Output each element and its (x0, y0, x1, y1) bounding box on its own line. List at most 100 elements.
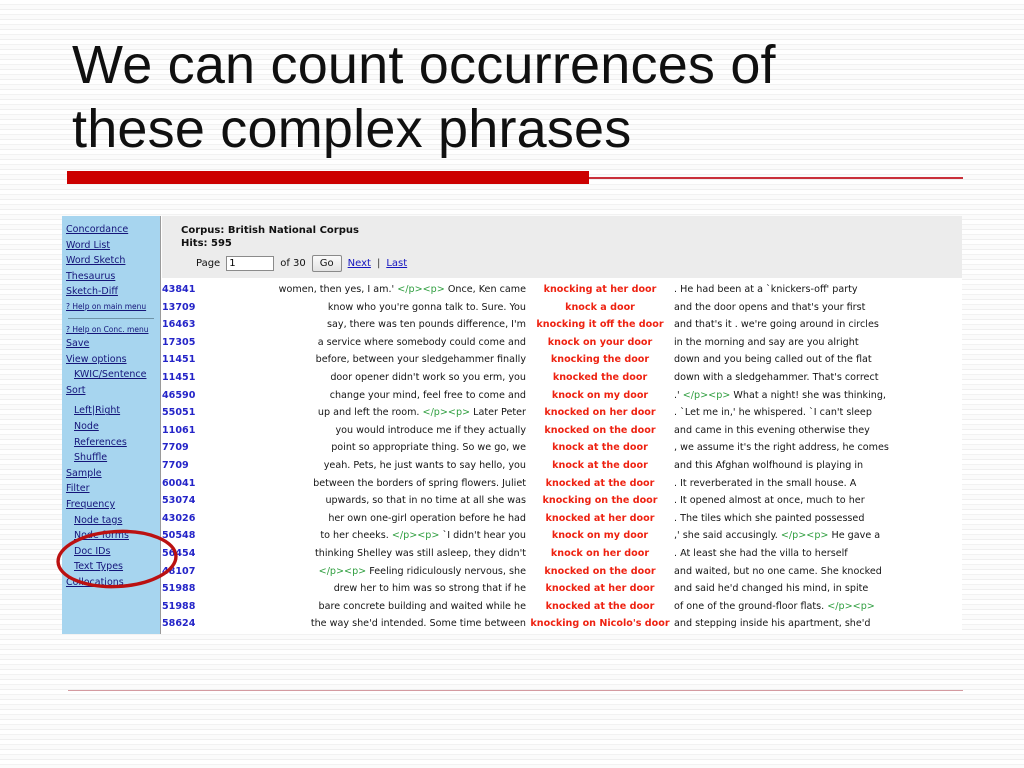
keyword-in-context[interactable]: knocked on her door (526, 404, 674, 422)
keyword-in-context[interactable]: knocking it off the door (526, 316, 674, 334)
keyword-in-context[interactable]: knocked at her door (526, 510, 674, 528)
sidebar-item-concordance[interactable]: Concordance (66, 222, 160, 238)
keyword-in-context[interactable]: knocking at her door (526, 281, 674, 299)
concordance-reference-id[interactable]: 11451 (162, 351, 236, 369)
concordance-row[interactable]: 60041 between the borders of spring flowe… (162, 475, 962, 493)
sidebar-item-frequency[interactable]: Frequency (66, 497, 160, 513)
right-context: and said he'd changed his mind, in spite (674, 583, 869, 595)
sidebar-item-collocations[interactable]: Collocations (66, 575, 160, 591)
keyword-in-context[interactable]: knocked at her door (526, 580, 674, 598)
concordance-reference-id[interactable]: 60041 (162, 475, 236, 493)
sidebar-item-sketch-diff[interactable]: Sketch-Diff (66, 284, 160, 300)
concordance-row[interactable]: 50548 to her cheeks. </p><p> `I didn't he… (162, 527, 962, 545)
left-context: a service where somebody could come and (317, 336, 526, 348)
sidebar-item-sample[interactable]: Sample (66, 466, 160, 482)
concordance-row[interactable]: 53074 upwards, so that in no time at all … (162, 492, 962, 510)
keyword-in-context[interactable]: knock a door (526, 299, 674, 317)
concordance-reference-id[interactable]: 7709 (162, 439, 236, 457)
sidebar-item-save[interactable]: Save (66, 336, 160, 352)
concordance-row[interactable]: 56454 thinking Shelley was still asleep, … (162, 545, 962, 563)
concordance-reference-id[interactable]: 11061 (162, 422, 236, 440)
concordance-header: Corpus: British National Corpus Hits: 59… (162, 216, 962, 278)
sidebar-item-node-forms[interactable]: Node forms (66, 528, 160, 544)
concordance-reference-id[interactable]: 56454 (162, 545, 236, 563)
help-on-main-menu-link[interactable]: ? Help on main menu (66, 300, 160, 313)
concordance-reference-id[interactable]: 51988 (162, 580, 236, 598)
concordance-reference-id[interactable]: 43026 (162, 510, 236, 528)
concordance-row[interactable]: 51988 drew her to him was so strong that … (162, 580, 962, 598)
keyword-in-context[interactable]: knocked on the door (526, 422, 674, 440)
concordance-row[interactable]: 51988 bare concrete building and waited w… (162, 598, 962, 616)
concordance-reference-id[interactable]: 50548 (162, 527, 236, 545)
concordance-row[interactable]: 48107 </p><p> Feeling ridiculously nervou… (162, 563, 962, 581)
right-context: . He had been at a `knickers-off' party (674, 284, 858, 295)
concordance-reference-id[interactable]: 17305 (162, 334, 236, 352)
concordance-row[interactable]: 7709 yeah. Pets, he just wants to say hel… (162, 457, 962, 475)
go-button[interactable]: Go (311, 255, 342, 272)
page-number-input[interactable] (226, 256, 275, 271)
concordance-reference-id[interactable]: 53074 (162, 492, 236, 510)
paragraph-tag: </p><p> (318, 565, 367, 577)
sidebar-item-filter[interactable]: Filter (66, 481, 160, 497)
sidebar-item-word-sketch[interactable]: Word Sketch (66, 253, 160, 269)
keyword-in-context[interactable]: knock on her door (526, 545, 674, 563)
concordance-reference-id[interactable]: 48107 (162, 563, 236, 581)
keyword-in-context[interactable]: knocking on Nicolo's door (526, 615, 674, 633)
concordance-reference-id[interactable]: 43841 (162, 281, 236, 299)
next-page-link[interactable]: Next (348, 258, 371, 269)
concordance-row[interactable]: 11061 you would introduce me if they actu… (162, 422, 962, 440)
keyword-in-context[interactable]: knock on your door (526, 334, 674, 352)
sidebar-item-node-tags[interactable]: Node tags (66, 513, 160, 529)
concordance-row[interactable]: 43841 women, then yes, I am.' </p><p> Onc… (162, 281, 962, 299)
keyword-in-context[interactable]: knock at the door (526, 439, 674, 457)
sidebar-item-thesaurus[interactable]: Thesaurus (66, 269, 160, 285)
keyword-in-context[interactable]: knocked at the door (526, 598, 674, 616)
sidebar-item-kwic-sentence[interactable]: KWIC/Sentence (66, 367, 160, 383)
concordance-row[interactable]: 11451 before, between your sledgehammer f… (162, 351, 962, 369)
concordance-reference-id[interactable]: 46590 (162, 387, 236, 405)
concordance-reference-id[interactable]: 16463 (162, 316, 236, 334)
sidebar-item-word-list[interactable]: Word List (66, 238, 160, 254)
keyword-in-context[interactable]: knock on my door (526, 527, 674, 545)
concordance-reference-id[interactable]: 11451 (162, 369, 236, 387)
concordance-row[interactable]: 55051 up and left the room. </p><p> Later… (162, 404, 962, 422)
last-page-link[interactable]: Last (386, 258, 407, 269)
sidebar-item-sort-left[interactable]: Left (74, 405, 92, 416)
left-context: up and left the room. </p><p> Later Pete… (317, 407, 526, 419)
sidebar-item-shuffle[interactable]: Shuffle (66, 450, 160, 466)
concordance-row[interactable]: 46590 change your mind, feel free to come… (162, 387, 962, 405)
corpus-name: British National Corpus (227, 225, 359, 236)
right-context: and that's it . we're going around in ci… (674, 319, 879, 331)
sidebar-item-node[interactable]: Node (66, 419, 160, 435)
concordance-reference-id[interactable]: 58624 (162, 615, 236, 633)
corpus-line: Corpus: British National Corpus (181, 224, 962, 237)
concordance-reference-id[interactable]: 55051 (162, 404, 236, 422)
keyword-in-context[interactable]: knock at the door (526, 457, 674, 475)
keyword-in-context[interactable]: knocking on the door (526, 492, 674, 510)
keyword-in-context[interactable]: knocked at the door (526, 475, 674, 493)
keyword-in-context[interactable]: knock on my door (526, 387, 674, 405)
concordance-row[interactable]: 58624 the way she'd intended. Some time b… (162, 615, 962, 633)
concordance-reference-id[interactable]: 7709 (162, 457, 236, 475)
sidebar-item-doc-ids[interactable]: Doc IDs (66, 544, 160, 560)
right-context: down with a sledgehammer. That's correct (674, 371, 879, 383)
sidebar-item-view-options[interactable]: View options (66, 352, 160, 368)
concordance-row[interactable]: 16463 say, there was ten pounds differenc… (162, 316, 962, 334)
sidebar-item-text-types[interactable]: Text Types (66, 559, 160, 575)
sidebar-item-sort-right[interactable]: Right (95, 405, 120, 416)
left-context: </p><p> Feeling ridiculously nervous, sh… (318, 565, 526, 577)
concordance-row[interactable]: 13709 know who you're gonna talk to. Sure… (162, 299, 962, 317)
help-on-conc-menu-link[interactable]: ? Help on Conc. menu (66, 323, 160, 336)
concordance-row[interactable]: 43026 her own one-girl operation before h… (162, 510, 962, 528)
sidebar-item-references[interactable]: References (66, 435, 160, 451)
keyword-in-context[interactable]: knocked on the door (526, 563, 674, 581)
concordance-row[interactable]: 17305 a service where somebody could come… (162, 334, 962, 352)
concordance-row[interactable]: 7709 point so appropriate thing. So we go… (162, 439, 962, 457)
concordance-reference-id[interactable]: 51988 (162, 598, 236, 616)
keyword-in-context[interactable]: knocking the door (526, 351, 674, 369)
left-context: to her cheeks. </p><p> `I didn't hear yo… (320, 530, 526, 542)
concordance-row[interactable]: 11451 door opener didn't work so you erm,… (162, 369, 962, 387)
concordance-reference-id[interactable]: 13709 (162, 299, 236, 317)
sidebar-item-sort[interactable]: Sort (66, 383, 160, 399)
keyword-in-context[interactable]: knocked the door (526, 369, 674, 387)
